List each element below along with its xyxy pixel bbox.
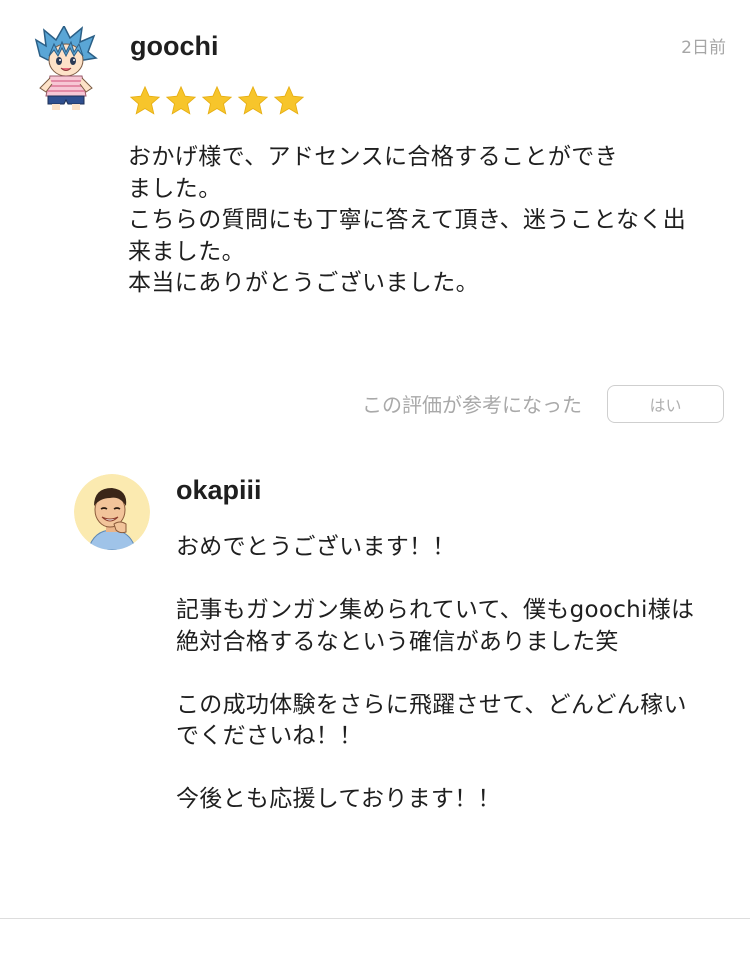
replier-avatar[interactable]	[74, 474, 150, 550]
star-rating	[128, 84, 306, 118]
star-icon	[237, 85, 269, 115]
reply-paragraph: おめでとうございます！！	[176, 534, 456, 560]
star-icon	[165, 85, 197, 115]
reviewer-avatar[interactable]	[34, 24, 98, 110]
review-date: 2日前	[681, 38, 726, 58]
cartoon-girl-avatar-icon	[34, 24, 98, 110]
star-icon	[129, 85, 161, 115]
reviewer-name[interactable]: goochi	[130, 30, 219, 62]
helpful-prompt: この評価が参考になった	[362, 393, 582, 417]
seller-reply: okapiii おめでとうございます！！ 記事もガンガン集められていて、僕もgo…	[0, 460, 750, 920]
reply-paragraph: 今後とも応援しております！！	[176, 786, 501, 812]
bottom-divider	[0, 918, 750, 919]
reply-text: おめでとうございます！！ 記事もガンガン集められていて、僕もgoochi様は 絶…	[176, 532, 736, 847]
review-card: goochi 2日前 おかげ様で、アドセンスに合格することができ ました。 こち…	[0, 0, 750, 440]
star-icon	[273, 85, 305, 115]
reply-paragraph: この成功体験をさらに飛躍させて、どんどん稼い でくださいね！！	[176, 691, 687, 750]
reply-paragraph: 記事もガンガン集められていて、僕もgoochi様は 絶対合格するなという確信があ…	[176, 597, 695, 655]
replier-name[interactable]: okapiii	[176, 474, 262, 506]
star-icon	[201, 85, 233, 115]
review-text: おかげ様で、アドセンスに合格することができ ました。 こちらの質問にも丁寧に答え…	[128, 144, 687, 296]
cartoon-man-avatar-icon	[74, 474, 150, 550]
helpful-yes-button[interactable]: はい	[607, 385, 724, 423]
